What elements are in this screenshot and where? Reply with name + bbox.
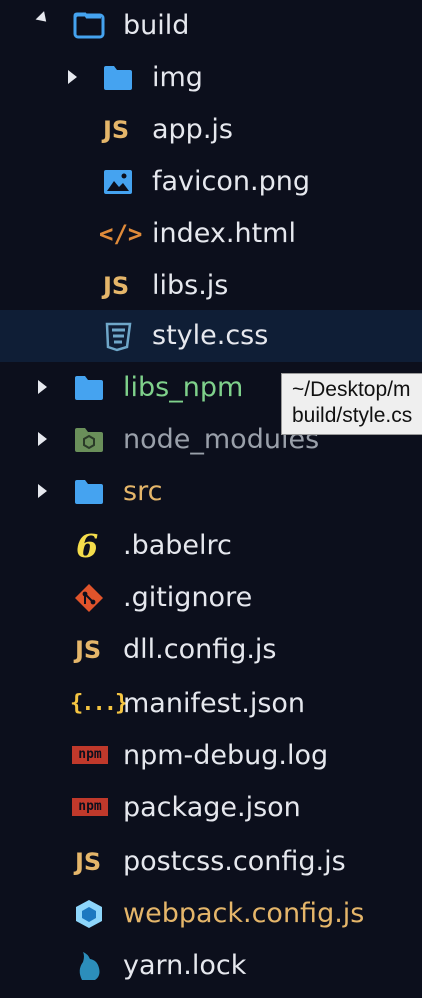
- tree-item-libs-js[interactable]: JS libs.js: [0, 260, 422, 312]
- tree-item-label: manifest.json: [123, 688, 306, 719]
- folder-icon: [104, 66, 132, 90]
- babel-icon: 6: [76, 527, 99, 565]
- tree-item-favicon-png[interactable]: favicon.png: [0, 156, 422, 208]
- tree-item-label: index.html: [152, 218, 296, 249]
- chevron-down-icon[interactable]: [35, 11, 51, 26]
- webpack-icon: [76, 900, 102, 928]
- javascript-file-icon: JS: [75, 848, 102, 876]
- tree-item-yarn-lock[interactable]: yarn.lock: [0, 940, 422, 992]
- tree-item-label: libs.js: [152, 270, 229, 301]
- path-tooltip: ~/Desktop/m build/style.cs: [281, 373, 422, 435]
- yarn-icon: [79, 952, 100, 980]
- tree-item-label: npm-debug.log: [123, 740, 329, 771]
- tree-item-label: package.json: [123, 792, 301, 823]
- tree-item-babelrc[interactable]: 6 .babelrc: [0, 520, 422, 572]
- node-folder-icon: [75, 428, 103, 452]
- javascript-file-icon: JS: [103, 272, 130, 300]
- tree-item-src[interactable]: src: [0, 466, 422, 518]
- javascript-file-icon: JS: [103, 116, 130, 144]
- tree-item-label: dll.config.js: [123, 634, 277, 665]
- html-file-icon: </>: [99, 220, 143, 248]
- tree-item-label: favicon.png: [152, 166, 310, 197]
- tree-item-label: src: [123, 476, 163, 507]
- git-icon: [75, 584, 103, 612]
- tree-item-package-json[interactable]: npm package.json: [0, 782, 422, 834]
- tree-item-style-css[interactable]: style.css: [0, 310, 422, 362]
- tree-item-label: build: [123, 10, 190, 41]
- npm-icon: npm: [72, 798, 108, 816]
- tree-item-gitignore[interactable]: .gitignore: [0, 572, 422, 624]
- tree-item-label: style.css: [152, 320, 269, 351]
- chevron-right-icon[interactable]: [38, 432, 47, 446]
- tooltip-line-1: ~/Desktop/m: [292, 378, 411, 401]
- tree-item-index-html[interactable]: </> index.html: [0, 208, 422, 260]
- tree-item-app-js[interactable]: JS app.js: [0, 104, 422, 156]
- json-file-icon: {...}: [70, 691, 128, 716]
- chevron-right-icon[interactable]: [38, 484, 47, 498]
- tooltip-line-2: build/style.cs: [292, 404, 413, 427]
- tree-item-label: .gitignore: [123, 582, 253, 613]
- tree-item-label: yarn.lock: [123, 950, 247, 981]
- npm-icon: npm: [72, 746, 108, 764]
- tree-item-img[interactable]: img: [0, 52, 422, 104]
- tree-item-manifest-json[interactable]: {...} manifest.json: [0, 678, 422, 730]
- tree-item-npm-debug-log[interactable]: npm npm-debug.log: [0, 730, 422, 782]
- tree-item-label: app.js: [152, 114, 233, 145]
- tree-item-label: libs_npm: [123, 372, 244, 403]
- tree-item-postcss-config-js[interactable]: JS postcss.config.js: [0, 836, 422, 888]
- chevron-right-icon[interactable]: [68, 70, 77, 84]
- chevron-right-icon[interactable]: [38, 380, 47, 394]
- tree-item-label: postcss.config.js: [123, 846, 346, 877]
- folder-icon: [75, 480, 103, 504]
- javascript-file-icon: JS: [75, 636, 102, 664]
- image-file-icon: [104, 170, 132, 194]
- tree-item-label: .babelrc: [123, 530, 232, 561]
- file-explorer-tree: build img JS app.js favicon.png </> inde…: [0, 0, 422, 998]
- tree-item-build[interactable]: build: [0, 0, 422, 52]
- tree-item-label: img: [152, 62, 203, 93]
- tree-item-label: webpack.config.js: [123, 898, 365, 929]
- css-file-icon: [105, 322, 132, 352]
- folder-open-icon: [73, 12, 105, 39]
- folder-icon: [75, 376, 103, 400]
- tree-item-webpack-config-js[interactable]: webpack.config.js: [0, 888, 422, 940]
- tree-item-dll-config-js[interactable]: JS dll.config.js: [0, 624, 422, 676]
